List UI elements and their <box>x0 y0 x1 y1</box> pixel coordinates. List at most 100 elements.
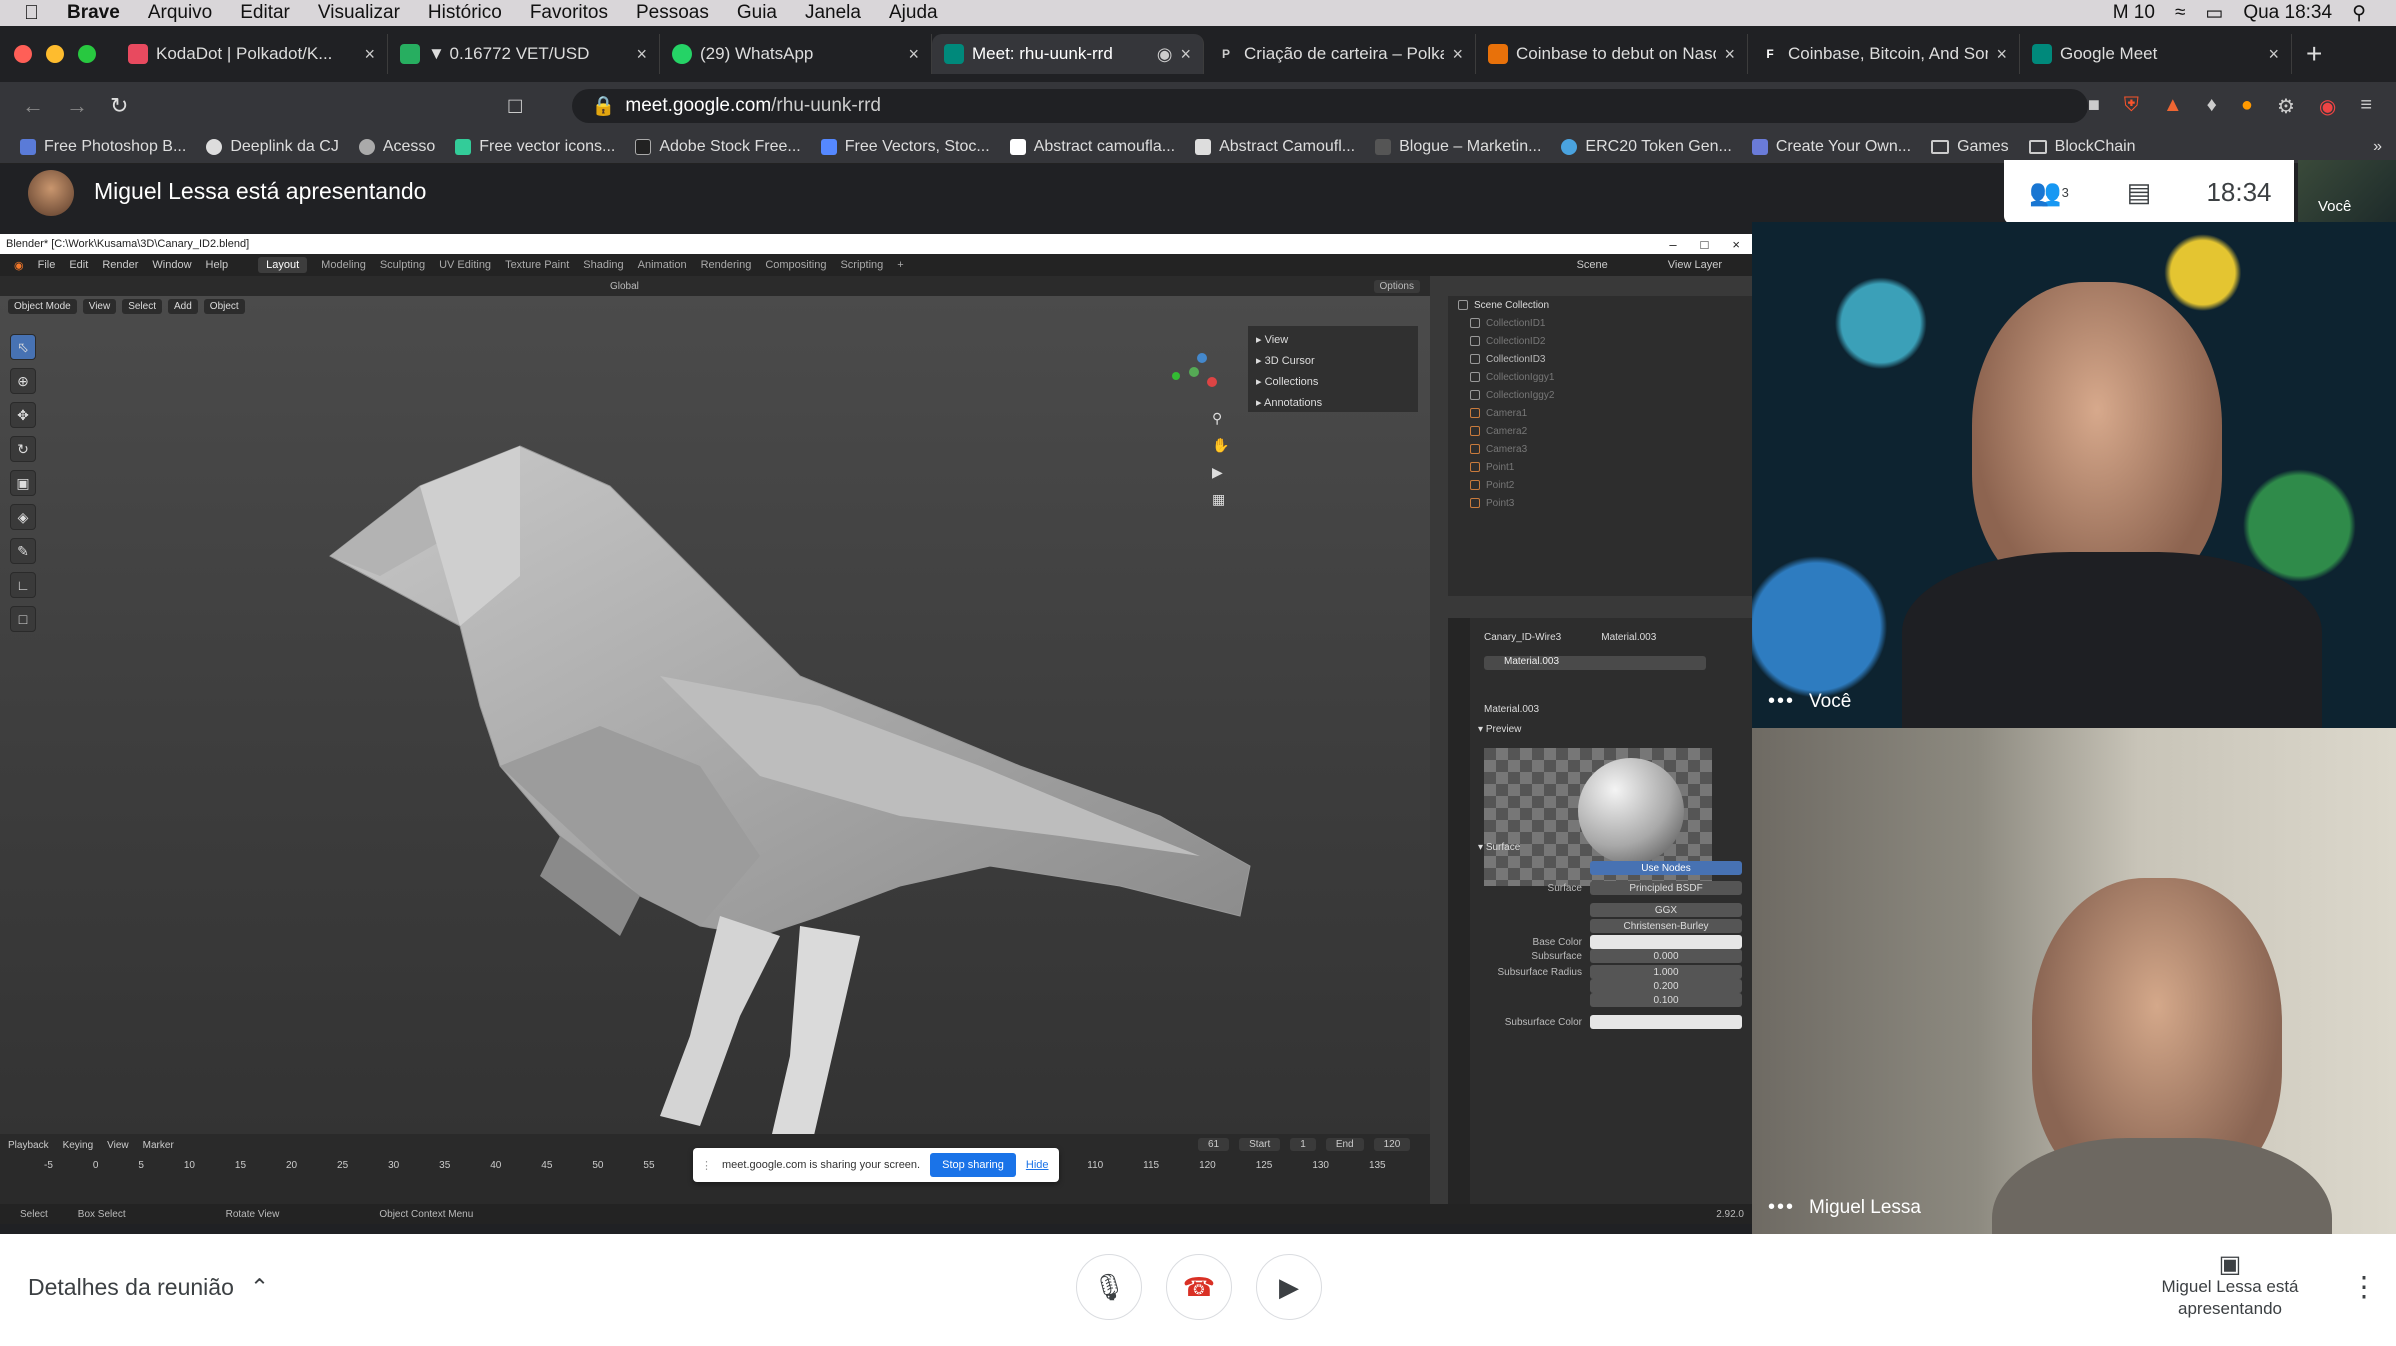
minimize-window-button[interactable] <box>46 45 64 63</box>
bookmark-folder[interactable]: Games <box>1931 138 2009 156</box>
menu-item[interactable]: Arquivo <box>148 2 212 24</box>
close-tab-icon[interactable]: × <box>1452 44 1463 65</box>
workspace-tab[interactable]: Rendering <box>701 259 752 271</box>
scene-selector[interactable]: Scene <box>1577 259 1608 271</box>
blender-logo-icon[interactable]: ◉ <box>14 259 24 272</box>
add-cube-tool-icon[interactable]: □ <box>10 606 36 632</box>
outliner-row[interactable]: Camera2 <box>1448 422 1752 440</box>
workspace-tab[interactable]: Compositing <box>765 259 826 271</box>
participant-tile-presenter[interactable]: ••• Miguel Lessa <box>1752 728 2396 1234</box>
timeline-menu[interactable]: Keying <box>63 1140 94 1151</box>
close-tab-icon[interactable]: × <box>1724 44 1735 65</box>
move-tool-icon[interactable]: ✥ <box>10 402 36 428</box>
browser-tab[interactable]: PCriação de carteira – Polkadot× <box>1204 34 1476 74</box>
bookmark[interactable]: Create Your Own... <box>1751 138 1911 156</box>
timeline-menu[interactable]: Marker <box>143 1140 174 1151</box>
preview-section-header[interactable]: ▾ Preview <box>1478 724 1521 735</box>
bookmark[interactable]: Free Photoshop B... <box>20 138 186 156</box>
new-tab-button[interactable]: + <box>2306 38 2322 70</box>
chat-button[interactable]: ▤ <box>2094 177 2184 208</box>
extension-icon[interactable]: ♦ <box>2207 94 2217 119</box>
back-icon[interactable]: ← <box>22 93 44 119</box>
menu-app[interactable]: Brave <box>67 2 120 24</box>
menu-item[interactable]: Guia <box>737 2 777 24</box>
close-tab-icon[interactable]: × <box>1180 44 1191 65</box>
profile-icon[interactable]: ◉ <box>2319 94 2336 119</box>
brave-shield-icon[interactable]: ⛨ <box>2124 94 2139 119</box>
meeting-details-button[interactable]: Detalhes da reunião ⌃ <box>28 1274 269 1301</box>
measure-tool-icon[interactable]: ∟ <box>10 572 36 598</box>
browser-tab[interactable]: Coinbase to debut on Nasdaq× <box>1476 34 1748 74</box>
workspace-tab[interactable]: Animation <box>638 259 687 271</box>
add-workspace-icon[interactable]: + <box>897 259 903 271</box>
cursor-tool-icon[interactable]: ⊕ <box>10 368 36 394</box>
blender-menu[interactable]: Window <box>152 259 191 271</box>
notification-badge[interactable]: M 10 <box>2113 2 2155 24</box>
surface-section-header[interactable]: ▾ Surface <box>1478 842 1520 853</box>
bookmark[interactable]: ERC20 Token Gen... <box>1561 138 1732 156</box>
workspace-tab[interactable]: Texture Paint <box>505 259 569 271</box>
reload-icon[interactable]: ↻ <box>110 93 128 119</box>
outliner-root[interactable]: Scene Collection <box>1448 296 1752 314</box>
minimize-icon[interactable]: – <box>1669 237 1676 252</box>
drag-handle-icon[interactable]: ⋮ <box>701 1159 712 1172</box>
panel-item[interactable]: ▸ 3D Cursor <box>1256 351 1410 372</box>
distribution-dropdown[interactable]: GGX <box>1590 903 1742 917</box>
navigation-gizmo[interactable] <box>1164 342 1224 402</box>
material-slot[interactable]: Material.003 <box>1484 656 1706 670</box>
clock[interactable]: Qua 18:34 <box>2243 2 2332 24</box>
rotate-tool-icon[interactable]: ↻ <box>10 436 36 462</box>
wifi-icon[interactable]: ≈ <box>2175 2 2185 24</box>
browser-tab[interactable]: F Coinbase, Bitcoin, And Some × <box>1748 34 2020 74</box>
grid-icon[interactable]: ▦ <box>1212 491 1229 508</box>
base-color-swatch[interactable] <box>1590 935 1742 949</box>
puzzle-icon[interactable]: ⚙ <box>2277 94 2295 119</box>
viewport-menu[interactable]: View <box>82 298 117 314</box>
bookmark-icon[interactable]: □ <box>508 93 521 119</box>
outliner-row[interactable]: Point1 <box>1448 458 1752 476</box>
stop-sharing-button[interactable]: Stop sharing <box>930 1153 1016 1177</box>
apple-icon[interactable]:  <box>24 2 39 25</box>
subsurface-radius-y[interactable]: 0.200 <box>1590 979 1742 993</box>
subsurface-radius-z[interactable]: 0.100 <box>1590 993 1742 1007</box>
bookmark[interactable]: Abstract camoufla... <box>1009 138 1175 156</box>
subsurface-color-swatch[interactable] <box>1590 1015 1742 1029</box>
annotate-tool-icon[interactable]: ✎ <box>10 538 36 564</box>
browser-tab-active[interactable]: Meet: rhu-uunk-rrd ◉ × <box>932 34 1204 74</box>
hide-share-bar-link[interactable]: Hide <box>1026 1159 1049 1171</box>
blender-menu[interactable]: Render <box>102 259 138 271</box>
subsurface-method-dropdown[interactable]: Christensen-Burley <box>1590 919 1742 933</box>
menu-item[interactable]: Janela <box>805 2 861 24</box>
menu-item[interactable]: Visualizar <box>318 2 400 24</box>
bookmark[interactable]: Blogue – Marketin... <box>1375 138 1541 156</box>
more-bookmarks-icon[interactable]: » <box>2373 138 2382 156</box>
view-layer-selector[interactable]: View Layer <box>1668 259 1722 271</box>
close-tab-icon[interactable]: × <box>908 44 919 65</box>
forward-icon[interactable]: → <box>66 93 88 119</box>
browser-tab[interactable]: Google Meet × <box>2020 34 2292 74</box>
close-tab-icon[interactable]: × <box>364 44 375 65</box>
participants-button[interactable]: 👥 3 <box>2004 177 2094 208</box>
close-icon[interactable]: × <box>1732 237 1740 252</box>
close-tab-icon[interactable]: × <box>636 44 647 65</box>
transform-tool-icon[interactable]: ◈ <box>10 504 36 530</box>
subsurface-radius-x[interactable]: 1.000 <box>1590 965 1742 979</box>
airplay-icon[interactable]: ▭ <box>2205 2 2223 25</box>
outliner-row[interactable]: CollectionIggy1 <box>1448 368 1752 386</box>
blender-menu[interactable]: Help <box>206 259 229 271</box>
close-tab-icon[interactable]: × <box>1996 44 2007 65</box>
workspace-tab[interactable]: Sculpting <box>380 259 425 271</box>
outliner-row[interactable]: CollectionID2 <box>1448 332 1752 350</box>
zoom-window-button[interactable] <box>78 45 96 63</box>
viewport-menu[interactable]: Object <box>203 298 245 314</box>
browser-tab[interactable]: ▼ 0.16772 VET/USD × <box>388 34 660 74</box>
panel-item[interactable]: ▸ Collections <box>1256 372 1410 393</box>
close-window-button[interactable] <box>14 45 32 63</box>
browser-tab[interactable]: (29) WhatsApp × <box>660 34 932 74</box>
bookmark[interactable]: Adobe Stock Free... <box>635 138 801 156</box>
outliner-row[interactable]: CollectionID3 <box>1448 350 1752 368</box>
properties-tabs[interactable] <box>1448 618 1470 1204</box>
bookmark-folder[interactable]: BlockChain <box>2028 138 2136 156</box>
panel-item[interactable]: ▸ View <box>1256 330 1410 351</box>
workspace-tab[interactable]: Shading <box>583 259 623 271</box>
